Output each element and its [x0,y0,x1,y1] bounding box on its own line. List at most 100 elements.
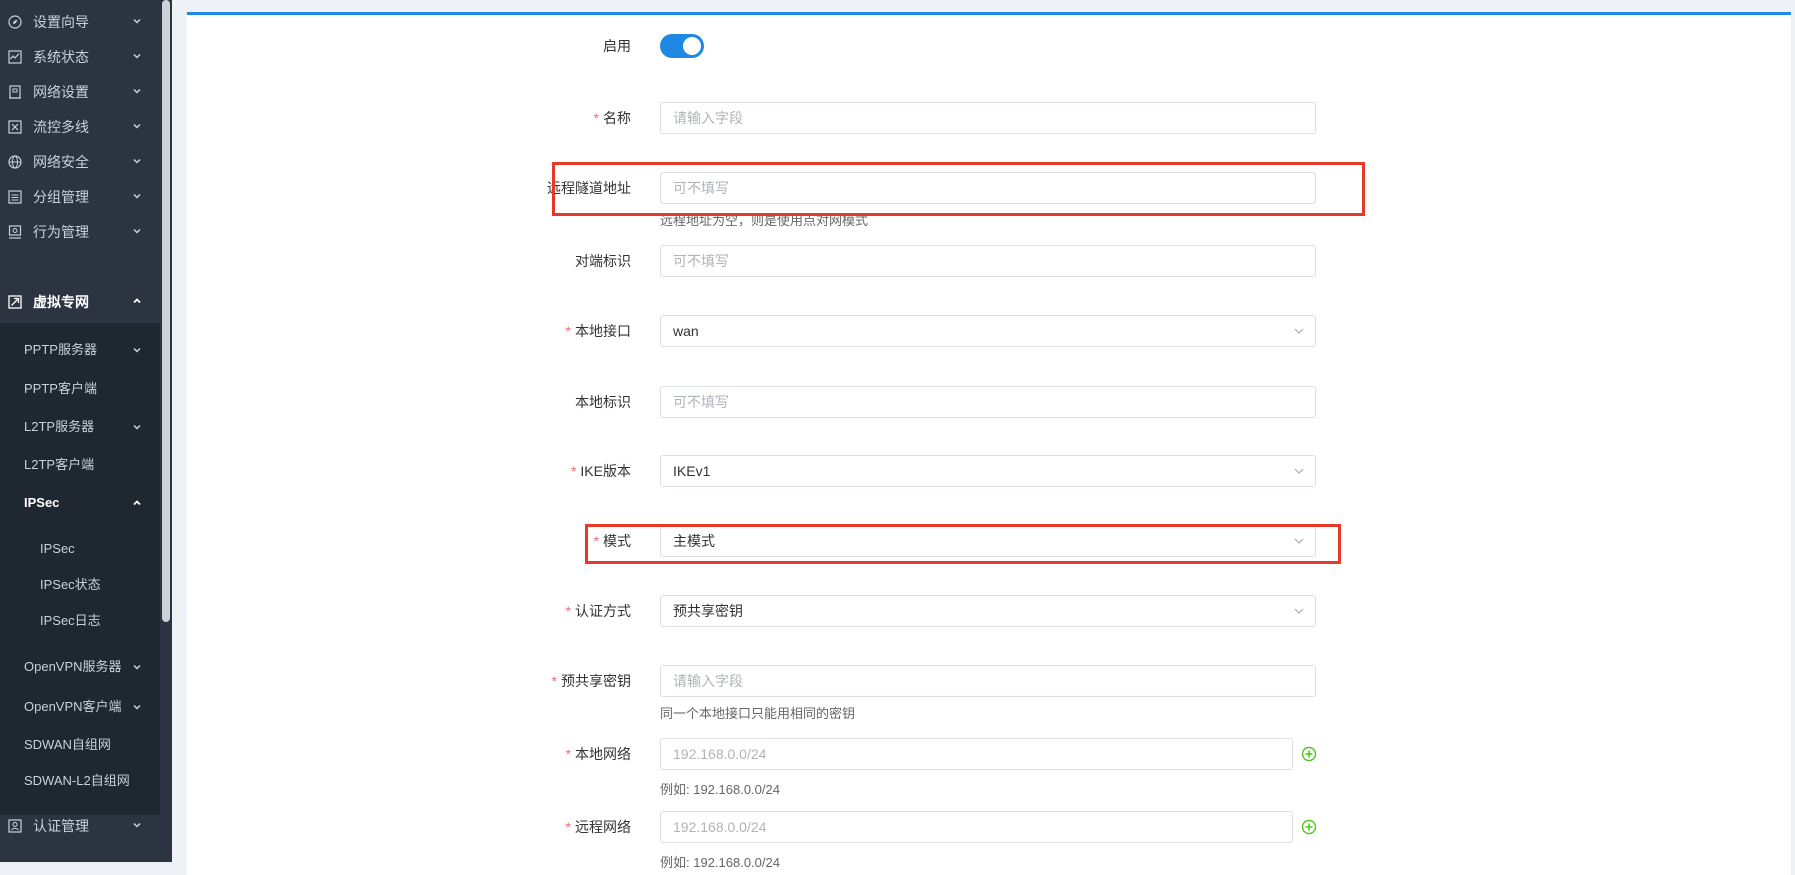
local-network-label: * 本地网络 [565,746,631,762]
menu-item-network-settings[interactable]: 网络设置 [0,72,160,112]
enable-toggle[interactable] [660,34,704,58]
menu-label: 网络安全 [33,154,89,170]
remote-network-label: * 远程网络 [565,819,631,835]
list-icon [8,190,22,204]
name-input[interactable] [660,102,1316,134]
menu-label: 认证管理 [33,818,89,834]
highlight-box-mode [585,524,1341,564]
peer-id-input[interactable] [660,245,1316,277]
submenu-label: OpenVPN服务器 [24,659,122,674]
vpn-icon [8,295,22,309]
select-value: wan [673,323,699,339]
chevron-down-icon [1294,468,1304,474]
sidebar-item-ipsec[interactable]: IPSec [0,485,160,521]
sidebar-item-ipsec-config[interactable]: IPSec [0,531,160,567]
remote-network-input[interactable] [660,811,1293,843]
globe-icon [8,155,22,169]
menu-item-behavior-management[interactable]: 行为管理 [0,212,160,252]
menu-label: 行为管理 [33,224,89,240]
submenu-label: IPSec日志 [40,613,101,628]
chevron-down-icon [133,704,141,710]
chevron-down-icon [1294,608,1304,614]
auth-method-select[interactable]: 预共享密钥 [660,595,1316,627]
local-interface-label: * 本地接口 [565,323,631,339]
chevron-down-icon [133,53,141,59]
menu-item-auth-management[interactable]: 认证管理 [0,806,160,846]
submenu-label: IPSec [24,495,60,510]
enable-label: 启用 [603,38,631,54]
chart-icon [8,50,22,64]
chevron-down-icon [133,228,141,234]
submenu-label: IPSec [40,541,75,556]
chevron-down-icon [133,123,141,129]
menu-item-network-security[interactable]: 网络安全 [0,142,160,182]
menu-label: 虚拟专网 [33,294,89,310]
sidebar-item-ipsec-log[interactable]: IPSec日志 [0,603,160,639]
select-value: IKEv1 [673,463,711,479]
local-interface-select[interactable]: wan [660,315,1316,347]
submenu-label: PPTP客户端 [24,381,97,396]
auth-method-label: * 认证方式 [565,603,631,619]
submenu-label: OpenVPN客户端 [24,699,122,714]
sidebar-item-openvpn-server[interactable]: OpenVPN服务器 [0,649,160,685]
local-network-input[interactable] [660,738,1293,770]
chevron-down-icon [133,424,141,430]
ike-version-select[interactable]: IKEv1 [660,455,1316,487]
traffic-icon [8,120,22,134]
menu-label: 分组管理 [33,189,89,205]
highlight-box-remote-tunnel [552,162,1365,216]
menu-item-vpn[interactable]: 虚拟专网 [0,282,160,322]
menu-item-traffic-control[interactable]: 流控多线 [0,107,160,147]
chevron-up-icon [133,298,141,304]
chevron-down-icon [133,664,141,670]
sidebar-item-l2tp-server[interactable]: L2TP服务器 [0,409,160,445]
chevron-down-icon [133,158,141,164]
local-network-hint: 例如: 192.168.0.0/24 [660,782,780,797]
submenu-label: SDWAN-L2自组网 [24,773,130,788]
peer-id-label: 对端标识 [575,253,631,269]
add-remote-network-icon[interactable] [1301,819,1317,835]
sidebar-item-openvpn-client[interactable]: OpenVPN客户端 [0,689,160,725]
chevron-down-icon [1294,328,1304,334]
menu-label: 设置向导 [33,14,89,30]
psk-label: * 预共享密钥 [551,673,631,689]
local-id-input[interactable] [660,386,1316,418]
sidebar-item-sdwan[interactable]: SDWAN自组网 [0,727,160,763]
submenu-label: L2TP客户端 [24,457,95,472]
chevron-down-icon [133,18,141,24]
chevron-down-icon [133,88,141,94]
menu-item-group-management[interactable]: 分组管理 [0,177,160,217]
toggle-knob [683,37,701,55]
menu-label: 网络设置 [33,84,89,100]
menu-label: 流控多线 [33,119,89,135]
building-icon [9,85,21,99]
add-local-network-icon[interactable] [1301,746,1317,762]
sidebar-scrollbar-thumb[interactable] [162,0,170,622]
submenu-label: L2TP服务器 [24,419,95,434]
name-label: * 名称 [593,110,631,126]
sidebar-item-sdwan-l2[interactable]: SDWAN-L2自组网 [0,763,160,799]
chevron-up-icon [133,500,141,506]
local-id-label: 本地标识 [575,394,631,410]
chevron-down-icon [133,347,141,353]
menu-item-system-status[interactable]: 系统状态 [0,37,160,77]
psk-hint: 同一个本地接口只能用相同的密钥 [660,706,856,721]
menu-label: 系统状态 [33,49,89,65]
chevron-down-icon [133,822,141,828]
sidebar-item-pptp-server[interactable]: PPTP服务器 [0,332,160,368]
sidebar-item-pptp-client[interactable]: PPTP客户端 [0,371,160,407]
select-value: 预共享密钥 [673,603,743,619]
psk-input[interactable] [660,665,1316,697]
auth-icon [8,819,22,833]
ike-version-label: * IKE版本 [570,463,631,479]
chevron-down-icon [133,193,141,199]
submenu-label: PPTP服务器 [24,342,97,357]
monitor-icon [8,225,22,239]
sidebar-item-ipsec-status[interactable]: IPSec状态 [0,567,160,603]
sidebar: 设置向导 系统状态 网络设置 流控多线 网络安全 分组管理 行为管理 虚拟专网 … [0,0,160,862]
ipsec-form-card: 启用 *名称 远程隧道地址 远程地址为空，则是使用点对网模式 对端标识 *本地接… [187,12,1791,875]
submenu-label: SDWAN自组网 [24,737,111,752]
sidebar-item-l2tp-client[interactable]: L2TP客户端 [0,447,160,483]
menu-item-setup-wizard[interactable]: 设置向导 [0,2,160,42]
compass-icon [8,15,22,29]
